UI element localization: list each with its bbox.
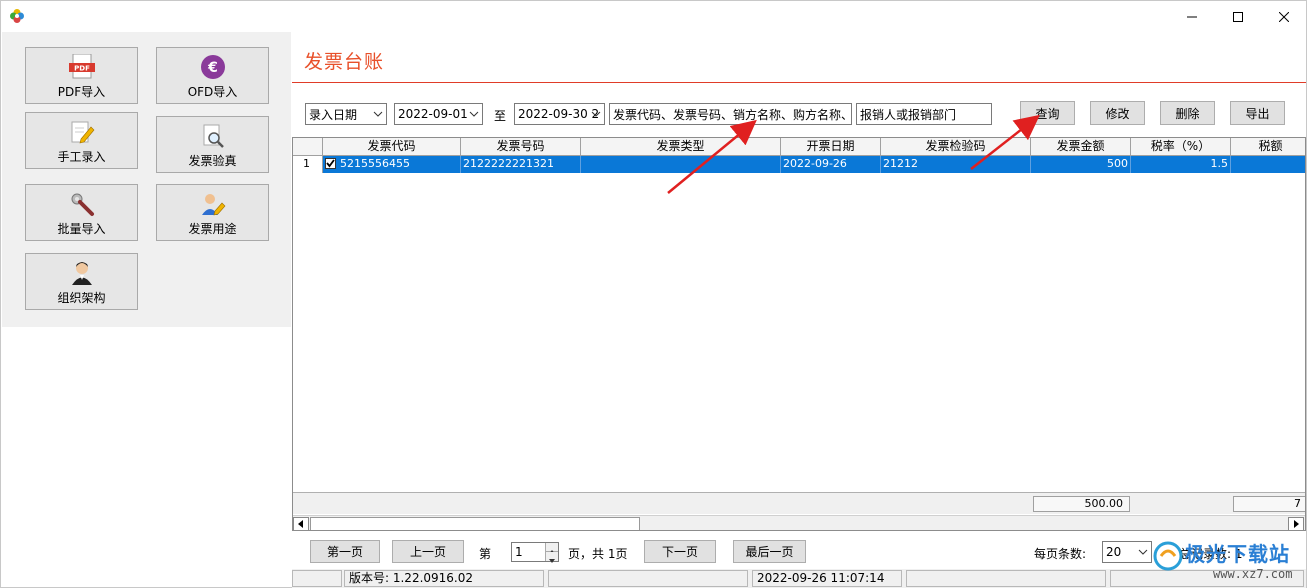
site-watermark: 极光下载站 www.xz7.com: [1153, 538, 1305, 588]
annotation-arrows: [667, 114, 1040, 194]
watermark-text: 极光下载站: [1185, 542, 1290, 566]
arrow-to-keyword-input: [667, 119, 757, 194]
watermark-url: www.xz7.com: [1213, 567, 1293, 581]
app-window: PDF PDF导入 € OFD导入 手工录入 发票验真 批量导入 发票用途 组织…: [0, 0, 1307, 588]
arrow-to-query-button: [970, 114, 1040, 170]
watermark-logo-icon: [1153, 541, 1183, 571]
